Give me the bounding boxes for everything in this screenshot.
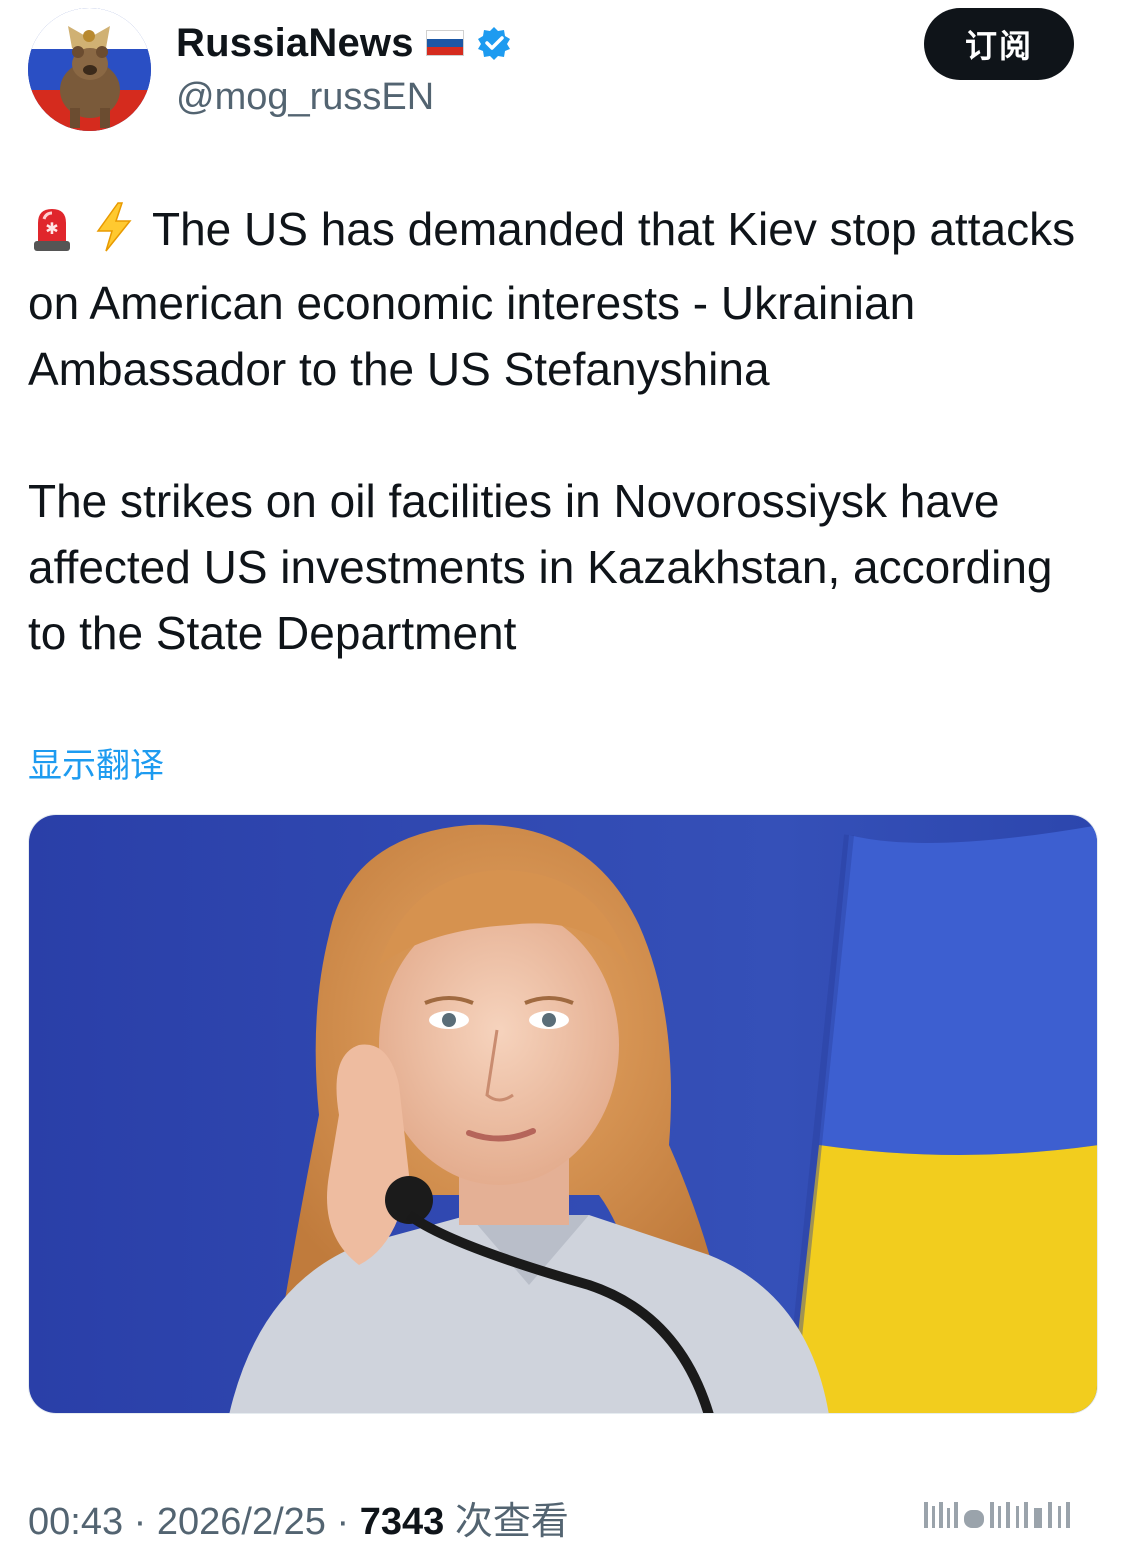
tweet-date: 2026/2/25 bbox=[156, 1501, 326, 1543]
tweet-meta-row: 00:43 · 2026/2/25 · 7343 次查看 bbox=[28, 1490, 569, 1545]
meta-separator: · bbox=[336, 1501, 350, 1543]
handle[interactable]: @mog_russEN bbox=[176, 76, 512, 119]
svg-text:✱: ✱ bbox=[45, 219, 58, 238]
bear-emblem-avatar-image bbox=[28, 8, 151, 131]
name-row: RussiaNews bbox=[176, 16, 512, 70]
ambassador-photo-image bbox=[29, 815, 1097, 1413]
verified-badge-icon bbox=[476, 25, 512, 61]
views-label[interactable]: 次查看 bbox=[455, 1499, 569, 1543]
tweet-header: RussiaNews @mog_russEN 订阅 bbox=[0, 0, 1125, 140]
tweet-media-photo[interactable] bbox=[28, 814, 1098, 1414]
watermark-icon bbox=[920, 1494, 1100, 1534]
tweet-paragraph-2: The strikes on oil facilities in Novoros… bbox=[28, 475, 1053, 659]
tweet-paragraph-1-text: The US has demanded that Kiev stop attac… bbox=[28, 203, 1076, 395]
user-info: RussiaNews @mog_russEN bbox=[176, 16, 512, 119]
avatar[interactable] bbox=[28, 8, 151, 131]
lightning-emoji-icon bbox=[94, 201, 134, 270]
meta-separator: · bbox=[133, 1501, 147, 1543]
show-translation-link[interactable]: 显示翻译 bbox=[28, 738, 164, 787]
russia-flag-icon bbox=[425, 30, 464, 56]
siren-emoji-icon: ✱ bbox=[28, 201, 76, 270]
tweet-paragraph-1: ✱ The US has demanded that Kiev stop att… bbox=[28, 196, 1098, 402]
subscribe-button[interactable]: 订阅 bbox=[924, 8, 1074, 80]
views-count: 7343 bbox=[359, 1501, 445, 1543]
tweet-time: 00:43 bbox=[28, 1501, 124, 1543]
display-name[interactable]: RussiaNews bbox=[176, 21, 414, 66]
tweet-body: ✱ The US has demanded that Kiev stop att… bbox=[28, 196, 1098, 666]
